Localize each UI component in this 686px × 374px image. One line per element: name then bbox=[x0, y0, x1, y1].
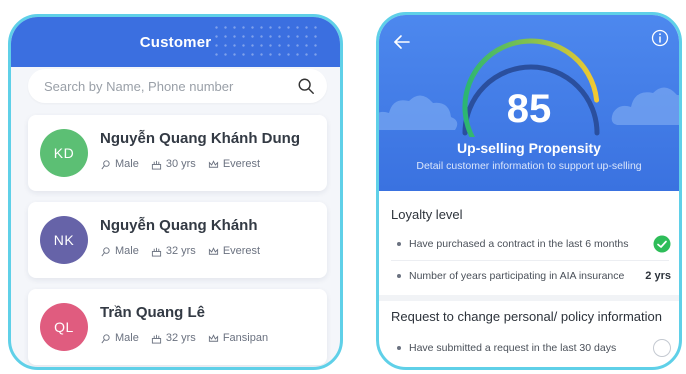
search-icon[interactable] bbox=[297, 77, 315, 95]
bullet bbox=[397, 346, 401, 350]
customer-card[interactable]: KD Nguyễn Quang Khánh Dung Male 30 yrs E… bbox=[28, 115, 327, 191]
customer-meta: Male 32 yrs Fansipan bbox=[100, 332, 268, 344]
gender-icon bbox=[101, 246, 110, 256]
crown-icon bbox=[208, 333, 218, 342]
crown-icon bbox=[208, 159, 218, 168]
crown-icon bbox=[208, 246, 218, 255]
customer-meta: Male 32 yrs Everest bbox=[100, 245, 260, 257]
divider bbox=[391, 260, 669, 261]
propensity-screen: 85 Up-selling Propensity Detail customer… bbox=[376, 12, 682, 370]
loyalty-item-text: Have purchased a contract in the last 6 … bbox=[409, 238, 629, 250]
tier-label: Everest bbox=[222, 245, 261, 257]
loyalty-item-text: Number of years participating in AIA ins… bbox=[409, 270, 625, 282]
tier-label: Fansipan bbox=[222, 332, 269, 344]
loyalty-heading: Loyalty level bbox=[391, 207, 463, 222]
customer-meta: Male 30 yrs Everest bbox=[100, 158, 260, 170]
section-divider bbox=[379, 295, 679, 301]
age-label: 32 yrs bbox=[165, 332, 196, 344]
gender-label: Male bbox=[115, 332, 139, 344]
propensity-title: Up-selling Propensity bbox=[457, 140, 601, 156]
gender-label: Male bbox=[115, 245, 139, 257]
gender-label: Male bbox=[115, 158, 139, 170]
gender-icon bbox=[101, 333, 110, 343]
loyalty-item: Have purchased a contract in the last 6 … bbox=[391, 233, 671, 255]
header-pattern bbox=[212, 23, 322, 61]
back-arrow-icon[interactable] bbox=[393, 33, 411, 51]
gender-icon bbox=[101, 159, 110, 169]
customer-name: Trần Quang Lê bbox=[100, 304, 206, 321]
request-item-text: Have submitted a request in the last 30 … bbox=[409, 342, 617, 354]
page-title: Customer bbox=[139, 33, 212, 51]
customer-list-screen: Customer Search by Name, Phone number KD… bbox=[8, 14, 343, 370]
request-heading: Request to change personal/ policy infor… bbox=[391, 309, 662, 324]
customer-name: Nguyễn Quang Khánh bbox=[100, 217, 258, 234]
avatar: QL bbox=[40, 303, 88, 351]
avatar: NK bbox=[40, 216, 88, 264]
header: Customer bbox=[11, 17, 340, 67]
unchecked-circle-icon bbox=[653, 339, 671, 357]
tier-label: Everest bbox=[222, 158, 261, 170]
customer-name: Nguyễn Quang Khánh Dung bbox=[100, 130, 300, 147]
age-label: 32 yrs bbox=[165, 245, 196, 257]
request-item: Have submitted a request in the last 30 … bbox=[391, 337, 671, 359]
search-placeholder: Search by Name, Phone number bbox=[44, 78, 234, 94]
customer-card[interactable]: NK Nguyễn Quang Khánh Male 32 yrs Everes… bbox=[28, 202, 327, 278]
propensity-subtitle: Detail customer information to support u… bbox=[416, 160, 642, 172]
age-label: 30 yrs bbox=[165, 158, 196, 170]
years-value: 2 yrs bbox=[645, 270, 671, 282]
bullet bbox=[397, 242, 401, 246]
search-input[interactable]: Search by Name, Phone number bbox=[28, 69, 327, 103]
check-circle-icon bbox=[653, 235, 671, 253]
propensity-header: 85 Up-selling Propensity Detail customer… bbox=[379, 15, 679, 191]
cake-icon bbox=[151, 247, 161, 257]
customer-card[interactable]: QL Trần Quang Lê Male 32 yrs Fansipan bbox=[28, 289, 327, 365]
info-icon[interactable] bbox=[651, 29, 669, 47]
avatar: KD bbox=[40, 129, 88, 177]
cake-icon bbox=[151, 334, 161, 344]
cake-icon bbox=[151, 160, 161, 170]
score-value: 85 bbox=[506, 87, 552, 131]
loyalty-item: Number of years participating in AIA ins… bbox=[391, 265, 671, 287]
bullet bbox=[397, 274, 401, 278]
